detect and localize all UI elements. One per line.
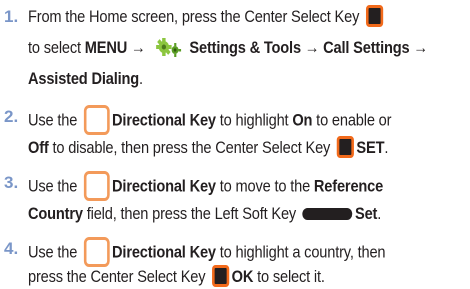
directional-key-icon <box>83 105 110 135</box>
step-text: to select <box>28 38 85 57</box>
step-text: . <box>138 69 143 88</box>
step-text-bold: SET <box>356 138 385 157</box>
step-number: 3. <box>4 173 19 192</box>
step-text: press the Center Select Key <box>28 267 210 286</box>
step-text: Use the <box>28 176 82 196</box>
center-select-key-icon <box>211 264 230 287</box>
step-line: Country field, then press the Left Soft … <box>28 203 381 225</box>
step-text-bold: Settings & Tools → Call Settings → <box>185 38 428 57</box>
step-text-bold: Directional Key <box>112 242 216 262</box>
step-line: press the Center Select Key OK to select… <box>28 264 325 289</box>
step-line: Off to disable, then press the Center Se… <box>28 135 389 160</box>
step-text: to move to the <box>215 176 314 196</box>
left-soft-key-icon <box>302 207 353 220</box>
step-text: to disable, then press the Center Select… <box>48 138 335 157</box>
step-text: . <box>384 138 389 157</box>
step-text: . <box>377 204 382 223</box>
step-text-bold: Off <box>28 138 49 157</box>
step-line: Use the Directional Key to move to the R… <box>28 171 384 202</box>
step-number: 1. <box>4 7 19 26</box>
step-text: to highlight a country, then <box>215 242 386 262</box>
step-text-bold: MENU → <box>84 38 150 57</box>
step-text: to highlight <box>215 110 293 130</box>
step-line: Use the Directional Key to highlight a c… <box>28 237 386 268</box>
step-text-bold: Set <box>355 204 378 223</box>
step-text: From the Home screen, press the Center S… <box>28 7 360 26</box>
step-line: From the Home screen, press the Center S… <box>28 4 385 29</box>
directional-key-icon <box>83 171 110 201</box>
step-line: to select MENU → Settings & Tools → Call… <box>28 37 428 60</box>
directional-key-icon <box>83 237 110 267</box>
settings-gear-icon <box>152 36 183 58</box>
step-text: to select it. <box>253 267 325 286</box>
step-number: 2. <box>4 107 19 126</box>
step-text-bold: Assisted Dialing <box>28 69 139 88</box>
step-text-bold: Reference <box>313 176 384 196</box>
step-text: field, then press the Left Soft Key <box>82 204 300 223</box>
step-text-bold: Country <box>28 204 83 223</box>
step-text: Use the <box>28 110 82 130</box>
step-text-bold: Directional Key <box>112 176 216 196</box>
step-text-bold: On <box>292 110 313 130</box>
center-select-key-icon <box>336 135 354 158</box>
step-number: 4. <box>4 239 19 258</box>
step-text-bold: OK <box>231 267 254 286</box>
step-text: Use the <box>28 242 82 262</box>
step-text-bold: Directional Key <box>112 110 216 130</box>
step-text: to enable or <box>312 110 392 130</box>
step-line: Use the Directional Key to highlight On … <box>28 105 392 136</box>
step-line: Assisted Dialing. <box>28 68 143 90</box>
center-select-key-icon <box>365 4 383 27</box>
